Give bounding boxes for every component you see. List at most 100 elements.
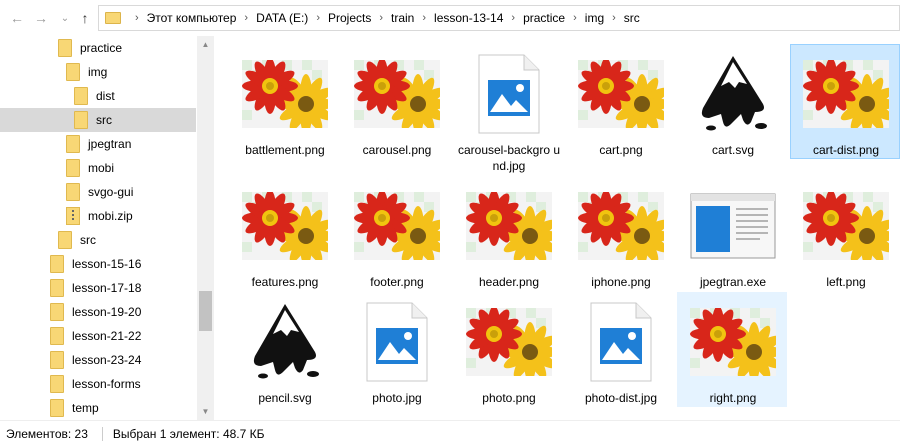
tree-item[interactable]: mobi <box>0 156 196 180</box>
flower-icon <box>578 183 664 269</box>
scroll-down-arrow-icon[interactable]: ▼ <box>197 403 214 420</box>
flower-icon <box>354 183 440 269</box>
file-item[interactable]: photo.png <box>453 292 563 407</box>
tree-item[interactable]: lesson-15-16 <box>0 252 196 276</box>
recent-locations-chevron-down-icon[interactable]: ⌄ <box>54 7 76 29</box>
file-list: battlement.png carousel.png carousel-bac… <box>214 36 900 420</box>
file-item[interactable]: pencil.svg <box>229 292 339 407</box>
breadcrumb-chevron-icon[interactable]: › <box>135 12 139 24</box>
folder-icon <box>74 87 88 105</box>
scroll-up-arrow-icon[interactable]: ▲ <box>197 36 214 53</box>
tree-item[interactable]: temp <box>0 396 196 420</box>
tree-item[interactable]: lesson-17-18 <box>0 276 196 300</box>
file-item[interactable]: photo.jpg <box>341 292 451 407</box>
file-name: features.png <box>251 275 319 289</box>
flower-icon <box>242 51 328 137</box>
navigation-pane-scrollbar[interactable]: ▲ ▼ <box>197 36 214 420</box>
breadcrumb-item[interactable]: train <box>391 11 414 25</box>
file-name: battlement.png <box>245 143 325 157</box>
tree-item[interactable]: lesson-23-24 <box>0 348 196 372</box>
tree-item-label: img <box>88 65 108 79</box>
tree-item[interactable]: mobi.zip <box>0 204 196 228</box>
file-item[interactable]: jpegtran.exe <box>677 176 787 291</box>
file-name: photo.jpg <box>372 391 422 405</box>
folder-icon <box>50 303 64 321</box>
file-name: photo-dist.jpg <box>584 391 658 405</box>
file-item[interactable]: header.png <box>453 176 563 291</box>
breadcrumb-chevron-icon[interactable]: › <box>244 12 248 24</box>
file-name: cart-dist.png <box>812 143 880 157</box>
tree-item[interactable]: practice <box>0 36 196 60</box>
breadcrumb-chevron-icon[interactable]: › <box>573 12 577 24</box>
exe-icon <box>690 183 776 269</box>
breadcrumb-item[interactable]: DATA (E:) <box>256 11 308 25</box>
file-item[interactable]: battlement.png <box>229 44 339 159</box>
forward-arrow-icon[interactable]: → <box>30 7 52 29</box>
folder-icon <box>50 375 64 393</box>
flower-icon <box>242 183 328 269</box>
folder-icon <box>50 327 64 345</box>
tree-item[interactable]: src <box>0 108 196 132</box>
photo-icon <box>354 299 440 385</box>
tree-item[interactable]: lesson-21-22 <box>0 324 196 348</box>
tree-item[interactable]: lesson-forms <box>0 372 196 396</box>
folder-icon <box>105 12 121 24</box>
file-item[interactable]: footer.png <box>341 176 451 291</box>
file-item[interactable]: cart.svg <box>677 44 787 159</box>
tree-item[interactable]: img <box>0 60 196 84</box>
inkscape-icon <box>690 51 776 137</box>
file-name: jpegtran.exe <box>699 275 767 289</box>
file-name: iphone.png <box>591 275 651 289</box>
tree-item-label: svgo-gui <box>88 185 134 199</box>
file-item[interactable]: cart-dist.png <box>790 44 900 159</box>
file-name: pencil.svg <box>258 391 312 405</box>
folder-icon <box>66 183 80 201</box>
file-name: right.png <box>709 391 757 405</box>
folder-icon <box>74 111 88 129</box>
breadcrumb-item[interactable]: img <box>585 11 604 25</box>
folder-icon <box>58 39 72 57</box>
tree-item[interactable]: jpegtran <box>0 132 196 156</box>
breadcrumb-chevron-icon[interactable]: › <box>612 12 616 24</box>
back-arrow-icon[interactable]: ← <box>6 7 28 29</box>
address-field[interactable]: › Этот компьютер › DATA (E:) › Projects › train… <box>98 5 900 31</box>
breadcrumb-chevron-icon[interactable]: › <box>422 12 426 24</box>
breadcrumb-item[interactable]: practice <box>523 11 565 25</box>
folder-icon <box>58 231 72 249</box>
breadcrumb-item[interactable]: Projects <box>328 11 371 25</box>
tree-item[interactable]: dist <box>0 84 196 108</box>
file-item[interactable]: carousel-backgro und.jpg <box>453 44 563 173</box>
file-name: cart.svg <box>711 143 754 157</box>
status-divider <box>101 426 103 441</box>
tree-item[interactable]: lesson-19-20 <box>0 300 196 324</box>
breadcrumb-item[interactable]: lesson-13-14 <box>434 11 503 25</box>
file-item[interactable]: right.png <box>677 292 787 407</box>
tree-item[interactable]: src <box>0 228 196 252</box>
breadcrumb-chevron-icon[interactable]: › <box>511 12 515 24</box>
tree-item[interactable]: svgo-gui <box>0 180 196 204</box>
inkscape-icon <box>242 299 328 385</box>
breadcrumb-item[interactable]: src <box>624 11 640 25</box>
up-arrow-icon[interactable]: ↑ <box>74 7 96 29</box>
scrollbar-thumb[interactable] <box>199 291 212 331</box>
folder-icon <box>50 279 64 297</box>
item-count: Элементов: 23 <box>6 426 88 441</box>
navigation-pane: practice img dist src jpegtran mobi svgo-gui mo… <box>0 36 214 420</box>
breadcrumb-item[interactable]: Этот компьютер <box>147 11 237 25</box>
folder-icon <box>50 399 64 417</box>
folder-icon <box>50 351 64 369</box>
photo-icon <box>578 299 664 385</box>
breadcrumb-chevron-icon[interactable]: › <box>379 12 383 24</box>
file-item[interactable]: left.png <box>790 176 900 291</box>
tree-item-label: lesson-21-22 <box>72 329 142 343</box>
file-item[interactable]: carousel.png <box>341 44 451 159</box>
file-item[interactable]: cart.png <box>565 44 675 159</box>
tree-item-label: practice <box>80 41 123 55</box>
file-item[interactable]: features.png <box>229 176 339 291</box>
file-item[interactable]: iphone.png <box>565 176 675 291</box>
breadcrumb-chevron-icon[interactable]: › <box>316 12 320 24</box>
tree-item-label: src <box>80 233 96 247</box>
file-item[interactable]: photo-dist.jpg <box>565 292 675 407</box>
file-name: footer.png <box>370 275 424 289</box>
tree-item-label: jpegtran <box>88 137 132 151</box>
